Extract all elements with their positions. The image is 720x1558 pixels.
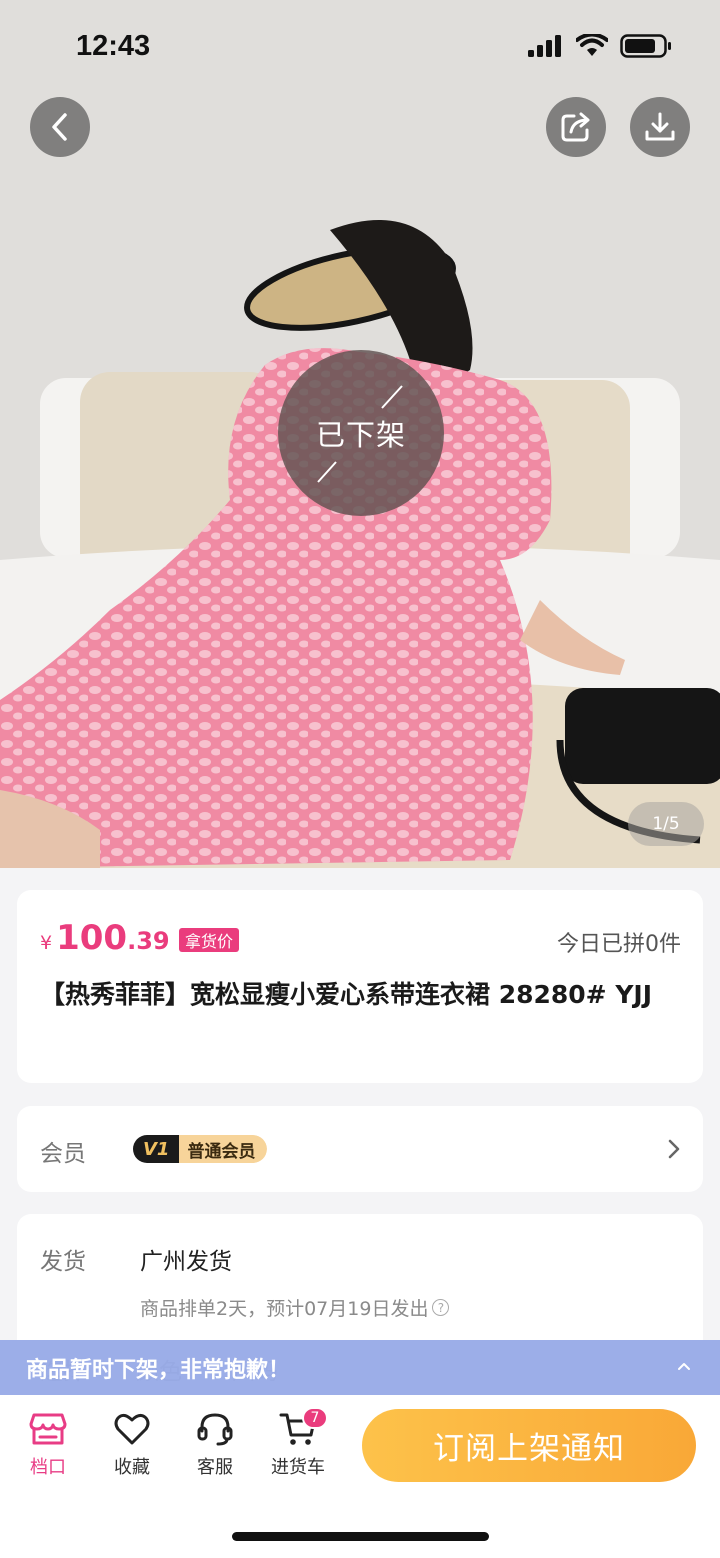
tab-favorite[interactable]: 收藏 [96,1411,168,1479]
subscribe-restock-button[interactable]: 订阅上架通知 [362,1409,696,1482]
tab-favorite-label: 收藏 [114,1457,150,1478]
wifi-icon [576,34,608,56]
shipping-note-text: 商品排单2天，预计07月19日发出 [140,1298,429,1320]
tab-cart-label: 进货车 [271,1457,325,1478]
chevron-left-icon [52,113,67,141]
share-button[interactable] [546,97,606,157]
shipping-note: 商品排单2天，预计07月19日发出 ? [140,1294,450,1321]
tab-store-label: 档口 [30,1457,66,1478]
shipping-label: 发货 [40,1249,86,1275]
download-button[interactable] [630,97,690,157]
notice-text: 商品暂时下架，非常抱歉！ [26,1357,291,1383]
chevron-right-icon [668,1139,680,1159]
delisted-label: 已下架 [315,418,406,452]
price-currency: ¥ [40,932,53,954]
member-level-name: 普通会员 [179,1135,268,1163]
status-icons [528,34,672,58]
store-icon [29,1413,67,1445]
member-level-badge: V1 普通会员 [133,1135,268,1163]
status-time: 12:43 [76,30,151,62]
today-sold-count: 今日已拼0件 [557,932,681,957]
shipping-city: 广州发货 [140,1249,232,1275]
share-icon [561,112,590,142]
chevron-up-icon[interactable] [676,1360,692,1372]
product-info-card: ¥ 100 .39 拿货价 今日已拼0件 【热秀菲菲】宽松显瘦小爱心系带连衣裙 … [17,890,703,1083]
price: ¥ 100 .39 [40,918,170,958]
back-button[interactable] [30,97,90,157]
help-icon[interactable]: ? [432,1299,450,1316]
price-decimal: .39 [127,927,170,955]
price-tag: 拿货价 [179,928,240,952]
heart-icon [114,1413,150,1445]
home-indicator[interactable] [232,1532,489,1541]
delisted-notice-banner[interactable]: 商品暂时下架，非常抱歉！ [0,1340,720,1395]
price-integer: 100 [56,918,128,958]
tab-customer-service[interactable]: 客服 [179,1411,251,1479]
cart-count-badge: 7 [302,1407,328,1429]
member-label: 会员 [40,1141,86,1167]
delisted-badge: 已下架 [278,350,444,516]
product-title: 【热秀菲菲】宽松显瘦小爱心系带连衣裙 28280# YJJ [40,980,653,1009]
tab-cart[interactable]: 7 进货车 [262,1407,334,1479]
headset-icon [197,1413,233,1446]
member-row[interactable]: 会员 V1 普通会员 [17,1106,703,1192]
tab-store[interactable]: 档口 [12,1411,84,1479]
cellular-signal-icon [528,35,561,57]
image-counter: 1/5 [628,802,704,846]
member-level-code: V1 [133,1135,180,1163]
product-image[interactable]: 12:43 已下架 1/5 [0,0,720,868]
download-icon [645,112,675,141]
battery-icon [620,34,671,58]
tab-customer-service-label: 客服 [197,1457,233,1478]
